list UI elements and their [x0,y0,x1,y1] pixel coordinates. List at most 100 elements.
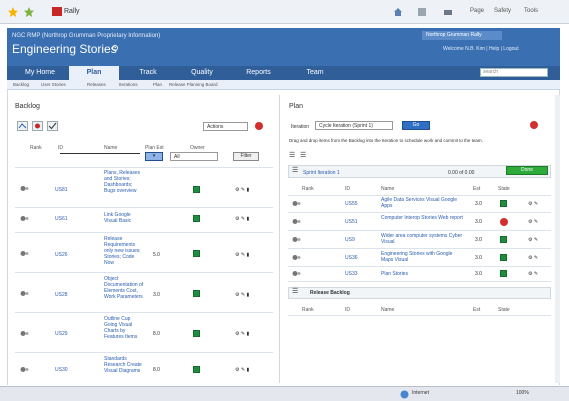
release-collapse-icon[interactable]: ☰ [292,288,298,295]
check-button[interactable] [47,121,58,131]
help-icon[interactable] [255,122,263,130]
story-id[interactable]: US9 [345,237,355,243]
drag-icon[interactable] [20,250,29,257]
subnav-user-stories[interactable]: User Stories [41,82,66,87]
tab-quality[interactable]: Quality [177,66,227,80]
drag-icon[interactable] [20,185,29,192]
subnav-release-planning[interactable]: Release Planning Board [169,82,218,87]
expand-all-icon[interactable]: ☰ [289,152,295,159]
col-rank[interactable]: Rank [30,145,42,151]
filter-input[interactable] [60,153,140,154]
col-owner[interactable]: Owner [190,145,205,151]
plan-estimate[interactable]: 3.0 [153,292,160,298]
col-name[interactable]: Name [381,307,394,313]
story-name[interactable]: Computer Interop Stories Web report [381,215,466,221]
filter-owner-select[interactable]: All [170,152,218,161]
story-id[interactable]: US30 [55,367,68,373]
drag-icon[interactable] [292,236,301,243]
drag-icon[interactable] [20,290,29,297]
estimate[interactable]: 3.0 [475,201,482,207]
story-name[interactable]: Plan Stories [381,271,466,277]
iteration-select[interactable]: Cycle Iteration (Sprint 1) [315,121,393,130]
project-dropdown-icon[interactable] [112,45,118,51]
drag-icon[interactable] [20,366,29,373]
drag-icon[interactable] [20,330,29,337]
tab-track[interactable]: Track [123,66,173,80]
safety-menu[interactable]: Safety [494,8,511,14]
tab-team[interactable]: Team [290,66,340,80]
subnav-releases[interactable]: Releases [87,82,106,87]
col-est[interactable]: Est [473,186,480,192]
story-name[interactable]: Outline Cup Going Visual Charts by Featu… [104,316,144,340]
col-name[interactable]: Name [104,145,117,151]
row-actions[interactable]: ⚙ ✎ [528,237,538,243]
story-name[interactable]: Link Google Visual Basic [104,212,144,224]
col-est[interactable]: Est [473,307,480,313]
new-story-button[interactable] [17,121,28,131]
row-actions[interactable]: ⚙ ✎ [528,255,538,261]
iteration-name[interactable]: Sprint Iteration 1 [303,170,340,176]
row-actions[interactable]: ⚙ ✎ [528,201,538,207]
subnav-iterations[interactable]: Iterations [119,82,138,87]
search-input[interactable]: search [480,68,548,77]
filter-est-button[interactable]: ▾ [145,152,163,161]
browser-tab-title[interactable]: Rally [64,8,80,15]
actions-dropdown[interactable]: Actions [203,122,248,131]
story-name[interactable]: Agile Data Services Visual Google Apps [381,197,466,209]
welcome-links[interactable]: Welcome N.B. Kim | Help | Logout [443,46,519,52]
story-name[interactable]: Wider area computer systems Cyber Visual [381,233,466,245]
row-actions[interactable]: ⚙ ✎ ▮ [235,187,249,193]
plan-estimate[interactable]: 5.0 [153,252,160,258]
row-actions[interactable]: ⚙ ✎ ▮ [235,216,249,222]
story-name[interactable]: Standards Research Create Visual Diagram… [104,356,144,374]
story-id[interactable]: US28 [55,292,68,298]
col-state[interactable]: State [498,186,510,192]
favorites-star-icon[interactable] [8,7,18,17]
row-actions[interactable]: ⚙ ✎ [528,271,538,277]
col-plan-est[interactable]: Plan Est [145,145,164,151]
page-menu[interactable]: Page [470,8,484,14]
add-favorites-icon[interactable] [24,7,34,17]
col-id[interactable]: ID [345,307,350,313]
story-id[interactable]: US36 [345,255,358,261]
subnav-backlog[interactable]: Backlog [13,82,29,87]
story-name[interactable]: Object Documentation of Elements Cost, W… [104,276,144,300]
col-rank[interactable]: Rank [302,307,314,313]
row-actions[interactable]: ⚙ ✎ ▮ [235,292,249,298]
estimate[interactable]: 3.0 [475,271,482,277]
tools-menu[interactable]: Tools [524,8,538,14]
filter-button[interactable]: Filter [233,152,259,161]
story-name[interactable]: Release Requirements only new issues; St… [104,236,144,266]
col-name[interactable]: Name [381,186,394,192]
new-defect-button[interactable] [32,121,43,131]
plan-estimate[interactable]: 8.0 [153,331,160,337]
story-name[interactable]: Engineering Stories with Google Maps Vis… [381,251,466,263]
iteration-collapse-icon[interactable]: ☰ [292,167,298,174]
col-id[interactable]: ID [345,186,350,192]
story-id[interactable]: US61 [55,216,68,222]
drag-icon[interactable] [292,270,301,277]
drag-icon[interactable] [292,218,301,225]
drag-icon[interactable] [292,200,301,207]
row-actions[interactable]: ⚙ ✎ ▮ [235,252,249,258]
tab-reports[interactable]: Reports [231,66,286,80]
plan-estimate[interactable]: 8.0 [153,367,160,373]
workspace-breadcrumb[interactable]: NGC RMP (Northrop Grumman Proprietary In… [12,33,160,39]
estimate[interactable]: 3.0 [475,219,482,225]
help-icon[interactable] [530,121,538,129]
feeds-icon[interactable] [417,7,427,17]
row-actions[interactable]: ⚙ ✎ ▮ [235,331,249,337]
zoom-level[interactable]: 100% [516,390,529,396]
tab-my-home[interactable]: My Home [15,66,65,80]
scrollbar[interactable] [555,95,560,383]
estimate[interactable]: 3.0 [475,237,482,243]
story-id[interactable]: US33 [345,271,358,277]
story-id[interactable]: US81 [55,187,68,193]
done-button[interactable]: Done [506,166,548,175]
home-icon[interactable] [393,7,403,17]
print-icon[interactable] [443,7,453,17]
col-rank[interactable]: Rank [302,186,314,192]
collapse-all-icon[interactable]: ☰ [300,152,306,159]
go-button[interactable]: Go [402,121,430,130]
row-actions[interactable]: ⚙ ✎ ▮ [235,367,249,373]
